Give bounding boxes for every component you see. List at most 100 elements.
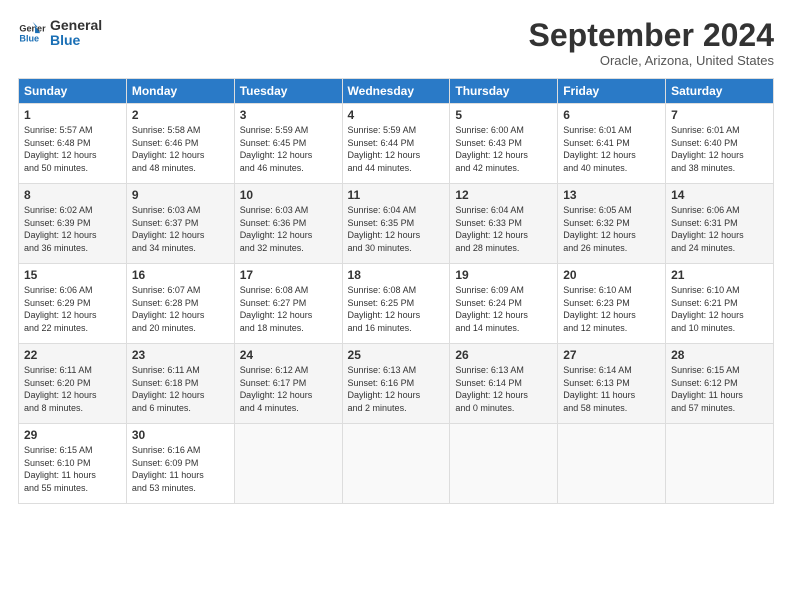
day-number: 3 xyxy=(240,108,337,122)
day-number: 7 xyxy=(671,108,768,122)
day-number: 11 xyxy=(348,188,445,202)
day-number: 10 xyxy=(240,188,337,202)
calendar-cell: 30 Sunrise: 6:16 AM Sunset: 6:09 PM Dayli… xyxy=(126,424,234,504)
calendar-table: SundayMondayTuesdayWednesdayThursdayFrid… xyxy=(18,78,774,504)
day-number: 22 xyxy=(24,348,121,362)
day-info: Sunrise: 6:16 AM Sunset: 6:09 PM Dayligh… xyxy=(132,444,229,494)
calendar-cell: 18Sunrise: 6:08 AM Sunset: 6:25 PM Dayli… xyxy=(342,264,450,344)
day-number: 4 xyxy=(348,108,445,122)
calendar-cell: 22 Sunrise: 6:11 AM Sunset: 6:20 PM Dayli… xyxy=(19,344,127,424)
day-info: Sunrise: 6:15 AM Sunset: 6:10 PM Dayligh… xyxy=(24,444,121,494)
calendar-cell: 26 Sunrise: 6:13 AM Sunset: 6:14 PM Dayli… xyxy=(450,344,558,424)
day-number: 16 xyxy=(132,268,229,282)
day-number: 1 xyxy=(24,108,121,122)
day-number: 9 xyxy=(132,188,229,202)
calendar-cell: 28 Sunrise: 6:15 AM Sunset: 6:12 PM Dayli… xyxy=(666,344,774,424)
calendar-cell: 14 Sunrise: 6:06 AM Sunset: 6:31 PM Dayli… xyxy=(666,184,774,264)
day-header-friday: Friday xyxy=(558,79,666,104)
day-info: Sunrise: 6:11 AM Sunset: 6:18 PM Dayligh… xyxy=(132,364,229,414)
calendar-cell: 1 Sunrise: 5:57 AM Sunset: 6:48 PM Daylig… xyxy=(19,104,127,184)
day-number: 2 xyxy=(132,108,229,122)
calendar-cell: 8 Sunrise: 6:02 AM Sunset: 6:39 PM Daylig… xyxy=(19,184,127,264)
day-number: 12 xyxy=(455,188,552,202)
day-info: Sunrise: 5:59 AM Sunset: 6:44 PM Dayligh… xyxy=(348,124,445,174)
day-number: 8 xyxy=(24,188,121,202)
calendar-cell: 5Sunrise: 6:00 AM Sunset: 6:43 PM Daylig… xyxy=(450,104,558,184)
page-container: General Blue General Blue September 2024… xyxy=(0,0,792,514)
day-info: Sunrise: 6:11 AM Sunset: 6:20 PM Dayligh… xyxy=(24,364,121,414)
calendar-cell: 29 Sunrise: 6:15 AM Sunset: 6:10 PM Dayli… xyxy=(19,424,127,504)
day-info: Sunrise: 6:01 AM Sunset: 6:40 PM Dayligh… xyxy=(671,124,768,174)
day-header-sunday: Sunday xyxy=(19,79,127,104)
day-number: 14 xyxy=(671,188,768,202)
day-info: Sunrise: 6:12 AM Sunset: 6:17 PM Dayligh… xyxy=(240,364,337,414)
day-info: Sunrise: 6:07 AM Sunset: 6:28 PM Dayligh… xyxy=(132,284,229,334)
day-header-saturday: Saturday xyxy=(666,79,774,104)
day-info: Sunrise: 6:01 AM Sunset: 6:41 PM Dayligh… xyxy=(563,124,660,174)
calendar-cell: 23 Sunrise: 6:11 AM Sunset: 6:18 PM Dayli… xyxy=(126,344,234,424)
calendar-cell: 3 Sunrise: 5:59 AM Sunset: 6:45 PM Daylig… xyxy=(234,104,342,184)
calendar-cell: 7 Sunrise: 6:01 AM Sunset: 6:40 PM Daylig… xyxy=(666,104,774,184)
day-number: 19 xyxy=(455,268,552,282)
day-info: Sunrise: 6:02 AM Sunset: 6:39 PM Dayligh… xyxy=(24,204,121,254)
day-info: Sunrise: 6:13 AM Sunset: 6:14 PM Dayligh… xyxy=(455,364,552,414)
calendar-cell: 10 Sunrise: 6:03 AM Sunset: 6:36 PM Dayli… xyxy=(234,184,342,264)
svg-text:Blue: Blue xyxy=(19,34,39,44)
day-number: 24 xyxy=(240,348,337,362)
day-number: 23 xyxy=(132,348,229,362)
header: General Blue General Blue September 2024… xyxy=(18,18,774,68)
calendar-cell: 11 Sunrise: 6:04 AM Sunset: 6:35 PM Dayli… xyxy=(342,184,450,264)
day-number: 27 xyxy=(563,348,660,362)
day-info: Sunrise: 6:05 AM Sunset: 6:32 PM Dayligh… xyxy=(563,204,660,254)
day-info: Sunrise: 6:08 AM Sunset: 6:27 PM Dayligh… xyxy=(240,284,337,334)
day-number: 17 xyxy=(240,268,337,282)
day-info: Sunrise: 6:03 AM Sunset: 6:37 PM Dayligh… xyxy=(132,204,229,254)
day-info: Sunrise: 5:57 AM Sunset: 6:48 PM Dayligh… xyxy=(24,124,121,174)
day-header-tuesday: Tuesday xyxy=(234,79,342,104)
calendar-cell: 17 Sunrise: 6:08 AM Sunset: 6:27 PM Dayli… xyxy=(234,264,342,344)
calendar-cell: 21 Sunrise: 6:10 AM Sunset: 6:21 PM Dayli… xyxy=(666,264,774,344)
day-info: Sunrise: 6:06 AM Sunset: 6:29 PM Dayligh… xyxy=(24,284,121,334)
calendar-cell: 19 Sunrise: 6:09 AM Sunset: 6:24 PM Dayli… xyxy=(450,264,558,344)
calendar-cell xyxy=(234,424,342,504)
calendar-cell: 6 Sunrise: 6:01 AM Sunset: 6:41 PM Daylig… xyxy=(558,104,666,184)
day-info: Sunrise: 5:58 AM Sunset: 6:46 PM Dayligh… xyxy=(132,124,229,174)
day-number: 21 xyxy=(671,268,768,282)
day-info: Sunrise: 6:14 AM Sunset: 6:13 PM Dayligh… xyxy=(563,364,660,414)
logo-line1: General xyxy=(50,18,102,33)
logo-icon: General Blue xyxy=(18,19,46,47)
day-number: 26 xyxy=(455,348,552,362)
day-number: 29 xyxy=(24,428,121,442)
calendar-cell xyxy=(558,424,666,504)
day-number: 20 xyxy=(563,268,660,282)
calendar-cell: 20Sunrise: 6:10 AM Sunset: 6:23 PM Dayli… xyxy=(558,264,666,344)
day-info: Sunrise: 6:09 AM Sunset: 6:24 PM Dayligh… xyxy=(455,284,552,334)
logo-line2: Blue xyxy=(50,33,102,48)
calendar-cell: 16 Sunrise: 6:07 AM Sunset: 6:28 PM Dayli… xyxy=(126,264,234,344)
day-header-monday: Monday xyxy=(126,79,234,104)
subtitle: Oracle, Arizona, United States xyxy=(529,53,774,68)
calendar-cell: 24 Sunrise: 6:12 AM Sunset: 6:17 PM Dayli… xyxy=(234,344,342,424)
day-number: 13 xyxy=(563,188,660,202)
day-info: Sunrise: 6:10 AM Sunset: 6:21 PM Dayligh… xyxy=(671,284,768,334)
day-number: 30 xyxy=(132,428,229,442)
day-info: Sunrise: 6:03 AM Sunset: 6:36 PM Dayligh… xyxy=(240,204,337,254)
calendar-cell: 9 Sunrise: 6:03 AM Sunset: 6:37 PM Daylig… xyxy=(126,184,234,264)
day-header-wednesday: Wednesday xyxy=(342,79,450,104)
calendar-cell: 4 Sunrise: 5:59 AM Sunset: 6:44 PM Daylig… xyxy=(342,104,450,184)
day-info: Sunrise: 6:13 AM Sunset: 6:16 PM Dayligh… xyxy=(348,364,445,414)
day-info: Sunrise: 5:59 AM Sunset: 6:45 PM Dayligh… xyxy=(240,124,337,174)
calendar-cell: 15Sunrise: 6:06 AM Sunset: 6:29 PM Dayli… xyxy=(19,264,127,344)
day-header-thursday: Thursday xyxy=(450,79,558,104)
calendar-cell: 13 Sunrise: 6:05 AM Sunset: 6:32 PM Dayli… xyxy=(558,184,666,264)
day-info: Sunrise: 6:15 AM Sunset: 6:12 PM Dayligh… xyxy=(671,364,768,414)
day-info: Sunrise: 6:06 AM Sunset: 6:31 PM Dayligh… xyxy=(671,204,768,254)
month-title: September 2024 xyxy=(529,18,774,53)
day-number: 5 xyxy=(455,108,552,122)
calendar-cell xyxy=(342,424,450,504)
day-number: 18 xyxy=(348,268,445,282)
day-number: 28 xyxy=(671,348,768,362)
day-info: Sunrise: 6:04 AM Sunset: 6:35 PM Dayligh… xyxy=(348,204,445,254)
calendar-cell: 12Sunrise: 6:04 AM Sunset: 6:33 PM Dayli… xyxy=(450,184,558,264)
day-number: 6 xyxy=(563,108,660,122)
